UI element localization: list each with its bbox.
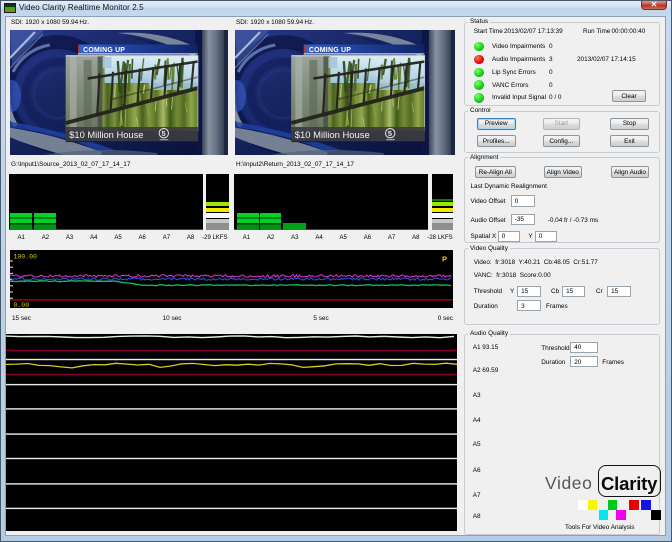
svg-text:0.00: 0.00: [14, 302, 30, 309]
svg-text:P: P: [442, 254, 447, 263]
svg-text:100.00: 100.00: [14, 253, 38, 260]
